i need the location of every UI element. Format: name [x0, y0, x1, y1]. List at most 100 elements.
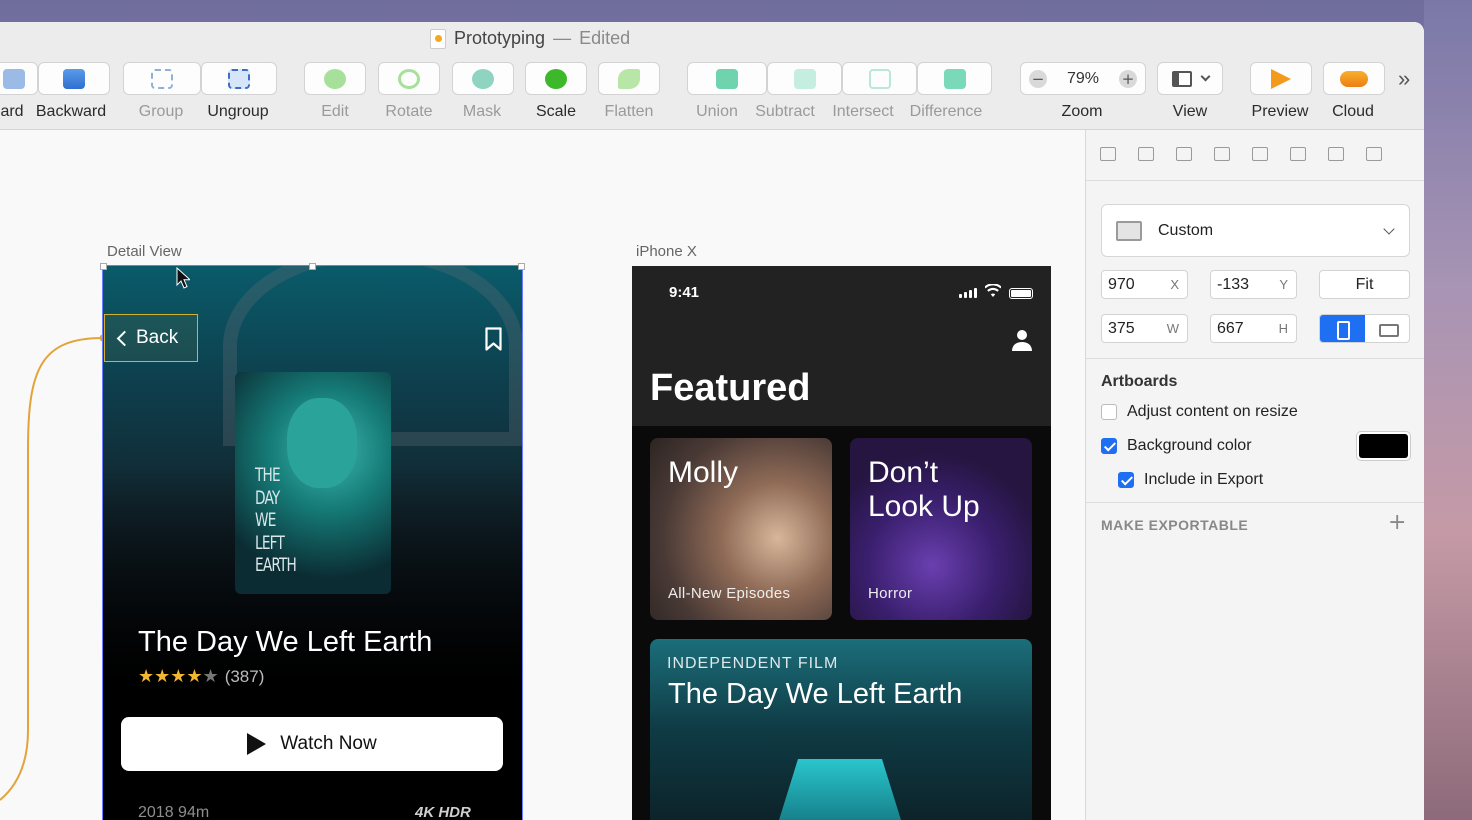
tool-label-zoom: Zoom	[1061, 103, 1103, 120]
align-center-icon[interactable]	[1210, 142, 1232, 164]
poster-title-line: LEFT	[255, 531, 285, 554]
intersect-button[interactable]	[842, 62, 917, 95]
bookmark-icon[interactable]	[485, 327, 502, 351]
tool-label-mask: Mask	[462, 103, 502, 120]
selection-handle[interactable]	[100, 263, 107, 270]
cloud-button[interactable]	[1323, 62, 1385, 95]
toolbar-overflow-button[interactable]: »	[1398, 66, 1410, 92]
artboard-detail-view[interactable]: THE DAY WE LEFT EARTH Back The Day We Le…	[102, 265, 523, 820]
watch-now-label: Watch Now	[280, 733, 377, 754]
banner-card[interactable]: INDEPENDENT FILM The Day We Left Earth	[650, 639, 1032, 820]
toolbar: Prototyping — Edited − 79% + » ard Backw	[0, 22, 1424, 130]
card-molly[interactable]: Molly All-New Episodes	[650, 438, 832, 620]
checkbox-box[interactable]	[1101, 438, 1117, 454]
view-button[interactable]	[1157, 62, 1223, 95]
fit-button[interactable]: Fit	[1319, 270, 1410, 299]
zoom-control[interactable]: − 79% +	[1020, 62, 1146, 95]
orientation-toggle[interactable]	[1319, 314, 1410, 343]
user-icon[interactable]	[1010, 328, 1034, 352]
card-dont-look-up[interactable]: Don’t Look Up Horror	[850, 438, 1032, 620]
artboard-label-detail-view[interactable]: Detail View	[107, 243, 182, 260]
battery-icon	[1009, 288, 1033, 299]
mask-icon	[472, 68, 494, 89]
align-right-icon[interactable]	[1248, 142, 1270, 164]
flatten-button[interactable]	[598, 62, 660, 95]
artboard-iphone-x[interactable]: 9:41 Featured Molly All-New Episodes Don…	[632, 266, 1051, 820]
height-field[interactable]: 667 H	[1210, 314, 1297, 343]
x-field[interactable]: 970 X	[1101, 270, 1188, 299]
forward-button[interactable]	[0, 62, 38, 95]
background-color-swatch[interactable]	[1356, 431, 1411, 461]
add-export-button[interactable]: +	[1388, 510, 1406, 535]
selection-handle[interactable]	[309, 263, 316, 270]
include-in-export-checkbox[interactable]: Include in Export	[1118, 471, 1263, 489]
artboard-preset-select[interactable]: Custom	[1101, 204, 1410, 257]
document-icon	[430, 28, 446, 49]
backward-button[interactable]	[38, 62, 110, 95]
distribute-vertical-icon[interactable]	[1134, 142, 1156, 164]
device-icon	[1116, 220, 1142, 241]
y-field[interactable]: -133 Y	[1210, 270, 1297, 299]
intersect-icon	[868, 68, 891, 89]
width-field[interactable]: 375 W	[1101, 314, 1188, 343]
flatten-icon	[618, 68, 640, 89]
checkbox-box[interactable]	[1118, 472, 1134, 488]
card-title: Molly	[668, 456, 739, 489]
rotate-button[interactable]	[378, 62, 440, 95]
zoom-out-button[interactable]: −	[1029, 69, 1047, 88]
align-left-icon[interactable]	[1172, 142, 1194, 164]
rating-stars: ★★★★	[138, 666, 203, 687]
distribute-horizontal-icon[interactable]	[1096, 142, 1118, 164]
y-suffix: Y	[1279, 277, 1288, 292]
inspector-panel: Custom 970 X -133 Y Fit 375 W 667 H Artboard…	[1085, 130, 1424, 820]
canvas[interactable]: Detail View iPhone X THE DAY WE LEFT EAR…	[0, 130, 1085, 820]
edit-icon	[324, 68, 346, 89]
chevron-down-icon	[1383, 223, 1395, 235]
width-suffix: W	[1166, 321, 1179, 336]
scale-button[interactable]	[525, 62, 587, 95]
divider	[1086, 180, 1424, 181]
union-icon	[716, 68, 738, 89]
rating-count: (387)	[224, 667, 265, 686]
tool-label-subtract: Subtract	[755, 103, 815, 120]
tool-label-flatten: Flatten	[604, 103, 654, 120]
portrait-icon[interactable]	[1320, 315, 1365, 342]
zoom-value: 79%	[1066, 69, 1100, 87]
selection-handle[interactable]	[518, 263, 525, 270]
chevron-left-icon	[116, 330, 133, 346]
movie-poster: THE DAY WE LEFT EARTH	[235, 372, 391, 594]
movie-title: The Day We Left Earth	[138, 626, 433, 658]
background-color-checkbox[interactable]: Background color	[1101, 437, 1252, 455]
back-button[interactable]: Back	[104, 314, 198, 362]
poster-face	[287, 398, 357, 488]
checkbox-label: Adjust content on resize	[1127, 403, 1298, 420]
card-subtitle: Horror	[868, 585, 913, 602]
adjust-content-checkbox[interactable]: Adjust content on resize	[1101, 403, 1298, 421]
ungroup-button[interactable]	[201, 62, 277, 95]
cloud-icon	[1340, 70, 1368, 87]
zoom-in-button[interactable]: +	[1119, 69, 1137, 88]
watch-now-button[interactable]: Watch Now	[121, 717, 503, 771]
checkbox-box[interactable]	[1101, 404, 1117, 420]
preview-button[interactable]	[1250, 62, 1312, 95]
play-icon	[1271, 68, 1291, 89]
document-status: Edited	[579, 28, 631, 48]
landscape-icon[interactable]	[1365, 315, 1409, 342]
subtract-button[interactable]	[767, 62, 842, 95]
union-button[interactable]	[687, 62, 767, 95]
poster-title: THE DAY WE LEFT EARTH	[255, 464, 297, 577]
mask-button[interactable]	[452, 62, 514, 95]
group-button[interactable]	[123, 62, 201, 95]
align-middle-icon[interactable]	[1324, 142, 1346, 164]
tool-label-intersect: Intersect	[832, 103, 894, 120]
tool-label-scale: Scale	[535, 103, 577, 120]
align-bottom-icon[interactable]	[1362, 142, 1384, 164]
edit-button[interactable]	[304, 62, 366, 95]
card-title-line: Look Up	[868, 490, 980, 523]
tool-label-forward: ard	[0, 103, 24, 120]
artboard-label-iphone-x[interactable]: iPhone X	[636, 243, 697, 260]
align-top-icon[interactable]	[1286, 142, 1308, 164]
tool-label-backward: Backward	[35, 103, 107, 120]
banner-image	[770, 759, 910, 820]
difference-button[interactable]	[917, 62, 992, 95]
